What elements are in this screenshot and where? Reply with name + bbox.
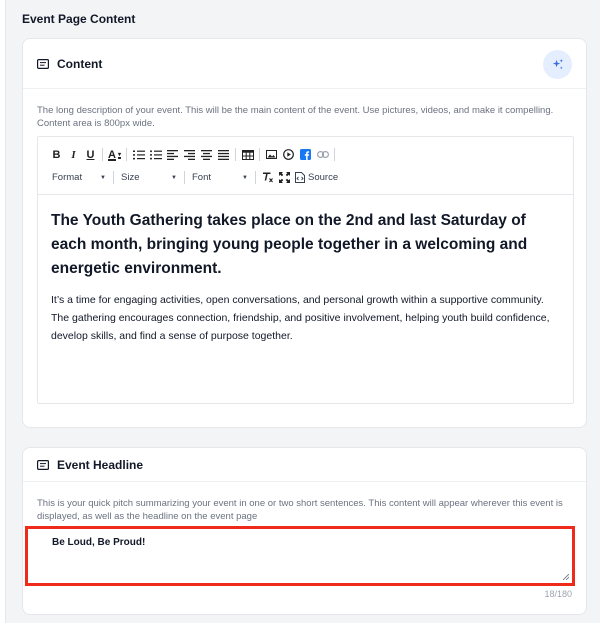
- numbered-list-icon: [132, 150, 145, 159]
- maximize-icon: [279, 172, 290, 183]
- chevron-down-icon: ▾: [117, 152, 121, 158]
- text-color-label: A: [108, 148, 116, 161]
- align-left-icon: [167, 149, 178, 160]
- source-label: Source: [308, 172, 339, 183]
- format-select[interactable]: Format ▼: [48, 169, 110, 186]
- toolbar-separator: [126, 148, 127, 161]
- toolbar-separator: [255, 171, 256, 184]
- align-left-button[interactable]: [164, 146, 181, 163]
- rich-text-editor: B I U A ▾ Format ▼ Size ▼ Font ▼ Source …: [37, 136, 574, 404]
- format-select-label: Format: [52, 172, 83, 183]
- chevron-down-icon: ▼: [100, 174, 106, 181]
- insert-facebook-button[interactable]: [297, 146, 314, 163]
- insert-video-button[interactable]: [280, 146, 297, 163]
- font-select-label: Font: [192, 172, 212, 183]
- toolbar-separator: [102, 148, 103, 161]
- numbered-list-button[interactable]: [130, 146, 147, 163]
- document-icon: [37, 459, 49, 470]
- insert-table-button[interactable]: [239, 146, 256, 163]
- video-icon: [283, 149, 294, 160]
- editor-paragraph: It’s a time for engaging activities, ope…: [51, 294, 550, 342]
- character-counter: 18/180: [544, 589, 572, 599]
- bulleted-list-icon: [149, 149, 162, 160]
- bold-button[interactable]: B: [48, 146, 65, 163]
- insert-link-button[interactable]: [314, 146, 331, 163]
- event-headline-help-text: This is your quick pitch summarizing you…: [37, 498, 563, 522]
- image-icon: [266, 150, 277, 159]
- toolbar-separator: [334, 148, 335, 161]
- chevron-down-icon: ▼: [242, 174, 248, 181]
- toolbar-separator: [235, 148, 236, 161]
- italic-button[interactable]: I: [65, 146, 82, 163]
- align-right-button[interactable]: [181, 146, 198, 163]
- toolbar-separator: [113, 171, 114, 184]
- event-headline-header: Event Headline: [23, 448, 586, 482]
- toolbar-separator: [184, 171, 185, 184]
- insert-image-button[interactable]: [263, 146, 280, 163]
- facebook-icon: [300, 149, 311, 160]
- sparkle-icon: [552, 58, 564, 70]
- ai-assist-button[interactable]: [543, 50, 572, 79]
- document-icon: [37, 58, 49, 69]
- clear-format-button[interactable]: [259, 169, 276, 186]
- toolbar-row-2: Format ▼ Size ▼ Font ▼ Source: [48, 168, 573, 187]
- content-help-text: The long description of your event. This…: [37, 105, 554, 129]
- editor-toolbar: B I U A ▾ Format ▼ Size ▼ Font ▼ Source: [38, 137, 573, 195]
- event-headline-title: Event Headline: [57, 457, 144, 472]
- editor-body[interactable]: The Youth Gathering takes place on the 2…: [38, 195, 573, 345]
- toolbar-row-1: B I U A ▾: [48, 145, 573, 164]
- editor-heading: The Youth Gathering takes place on the 2…: [51, 212, 528, 277]
- clear-format-icon: [262, 172, 273, 183]
- source-icon: [295, 172, 305, 183]
- align-justify-icon: [218, 149, 229, 160]
- link-icon: [316, 151, 329, 158]
- align-justify-button[interactable]: [215, 146, 232, 163]
- size-select[interactable]: Size ▼: [117, 169, 181, 186]
- event-headline-value: Be Loud, Be Proud!: [52, 537, 146, 548]
- text-color-button[interactable]: A ▾: [106, 146, 123, 163]
- font-select[interactable]: Font ▼: [188, 169, 252, 186]
- left-rail: [0, 0, 6, 623]
- maximize-button[interactable]: [276, 169, 293, 186]
- content-card: Content The long description of your eve…: [22, 38, 587, 428]
- source-button[interactable]: Source: [293, 169, 340, 186]
- page-section-title: Event Page Content: [22, 12, 136, 26]
- content-card-title: Content: [57, 56, 103, 71]
- content-card-header: Content: [23, 39, 586, 89]
- resize-grip-icon[interactable]: [563, 574, 569, 580]
- event-headline-textarea[interactable]: Be Loud, Be Proud!: [25, 526, 575, 586]
- chevron-down-icon: ▼: [171, 174, 177, 181]
- toolbar-separator: [259, 148, 260, 161]
- align-right-icon: [184, 149, 195, 160]
- underline-button[interactable]: U: [82, 146, 99, 163]
- table-icon: [241, 149, 254, 160]
- align-center-button[interactable]: [198, 146, 215, 163]
- size-select-label: Size: [121, 172, 140, 183]
- event-headline-card: Event Headline This is your quick pitch …: [22, 447, 587, 615]
- align-center-icon: [201, 149, 212, 160]
- bulleted-list-button[interactable]: [147, 146, 164, 163]
